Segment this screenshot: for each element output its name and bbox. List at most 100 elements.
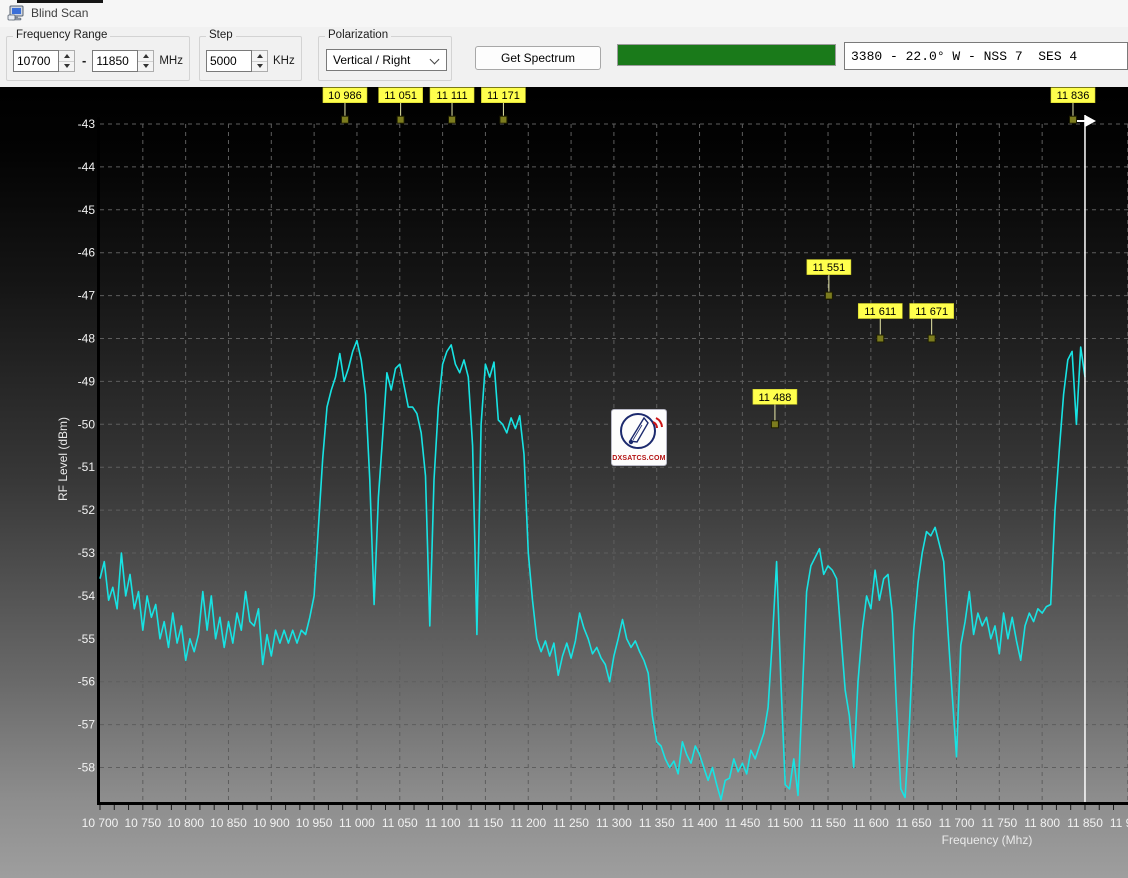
spectrum-plot[interactable]: -43 -44 -45 -46 -47 -48 -49 -50 -51 -52 -53 -54 -55 -…	[0, 87, 1128, 878]
svg-text:11 450: 11 450	[724, 816, 760, 830]
svg-text:11 550: 11 550	[810, 816, 846, 830]
svg-text:11 051: 11 051	[384, 90, 417, 102]
app-icon	[7, 4, 26, 28]
svg-text:11 171: 11 171	[487, 90, 520, 102]
svg-text:-48: -48	[78, 332, 96, 346]
svg-text:10 700: 10 700	[82, 816, 119, 830]
chevron-down-icon	[430, 55, 440, 65]
svg-text:10 850: 10 850	[210, 816, 247, 830]
step-group: Step KHz	[199, 36, 302, 81]
svg-text:11 250: 11 250	[553, 816, 589, 830]
svg-text:11 671: 11 671	[915, 306, 948, 318]
toolbar: Frequency Range - MHz Step KHz Polarizat…	[0, 27, 1128, 87]
svg-text:10 950: 10 950	[296, 816, 333, 830]
svg-text:11 800: 11 800	[1024, 816, 1060, 830]
svg-text:10 900: 10 900	[253, 816, 290, 830]
svg-text:11 500: 11 500	[767, 816, 803, 830]
frequency-range-label: Frequency Range	[13, 29, 110, 41]
svg-text:11 300: 11 300	[596, 816, 632, 830]
svg-text:-51: -51	[78, 460, 96, 474]
svg-text:-50: -50	[78, 417, 96, 431]
svg-text:11 200: 11 200	[510, 816, 546, 830]
svg-text:10 750: 10 750	[124, 816, 161, 830]
svg-text:11 611: 11 611	[864, 306, 896, 318]
svg-text:11 400: 11 400	[682, 816, 718, 830]
step-input[interactable]	[206, 50, 252, 72]
frequency-from-input[interactable]	[13, 50, 59, 72]
transponder-marker: 11 488	[753, 389, 797, 404]
polarization-group: Polarization Vertical / Right	[318, 36, 452, 81]
svg-text:11 650: 11 650	[896, 816, 932, 830]
scan-progress-fill	[618, 45, 835, 65]
spin-up-button[interactable]	[138, 51, 153, 62]
svg-text:-43: -43	[78, 117, 96, 131]
step-label: Step	[206, 29, 236, 41]
polarization-label: Polarization	[325, 29, 391, 41]
svg-text:-53: -53	[78, 546, 96, 560]
scan-progress-bar	[617, 44, 836, 66]
svg-text:-49: -49	[78, 374, 96, 388]
svg-text:11 900: 11 900	[1110, 816, 1128, 830]
step-stepper[interactable]	[252, 50, 268, 72]
range-separator: -	[82, 50, 86, 72]
svg-text:-46: -46	[78, 246, 96, 260]
transponder-marker: 11 551	[807, 260, 851, 275]
polarization-selected-value: Vertical / Right	[333, 53, 410, 67]
svg-text:11 000: 11 000	[339, 816, 375, 830]
svg-text:RF Level (dBm): RF Level (dBm)	[56, 417, 70, 501]
spin-down-button[interactable]	[59, 62, 74, 72]
transponder-marker: 11 611	[858, 304, 902, 319]
transponder-marker: 11 836	[1051, 88, 1095, 103]
title-bar: Blind Scan	[0, 0, 1128, 27]
transponder-marker: 10 986	[323, 88, 367, 103]
svg-text:11 850: 11 850	[1067, 816, 1103, 830]
svg-text:-58: -58	[78, 761, 96, 775]
transponder-marker: 11 671	[910, 304, 954, 319]
logo-text: DXSATCS.COM	[612, 455, 666, 462]
spin-up-button[interactable]	[252, 51, 267, 62]
svg-text:-54: -54	[78, 589, 96, 603]
spectrum-chart[interactable]: -43 -44 -45 -46 -47 -48 -49 -50 -51 -52 -53 -54 -55 -…	[0, 87, 1128, 878]
spin-down-button[interactable]	[138, 62, 153, 72]
transponder-marker: 11 051	[379, 88, 423, 103]
svg-text:-44: -44	[78, 160, 96, 174]
svg-text:11 150: 11 150	[468, 816, 504, 830]
dxsatcs-logo: DXSATCS.COM	[611, 409, 667, 466]
svg-text:11 750: 11 750	[981, 816, 1017, 830]
frequency-to-input[interactable]	[92, 50, 138, 72]
svg-text:11 551: 11 551	[812, 262, 845, 274]
frequency-to-stepper[interactable]	[138, 50, 154, 72]
satellite-dish-icon	[612, 410, 666, 452]
svg-text:-45: -45	[78, 203, 96, 217]
background-window-edge	[17, 0, 103, 3]
svg-text:11 111: 11 111	[436, 90, 467, 102]
svg-text:11 600: 11 600	[853, 816, 889, 830]
svg-text:11 350: 11 350	[639, 816, 675, 830]
svg-text:11 100: 11 100	[425, 816, 461, 830]
svg-text:-56: -56	[78, 675, 96, 689]
svg-text:11 700: 11 700	[939, 816, 975, 830]
spin-down-button[interactable]	[252, 62, 267, 72]
svg-text:11 488: 11 488	[759, 392, 792, 404]
frequency-unit-label: MHz	[159, 50, 183, 72]
step-unit-label: KHz	[273, 50, 295, 72]
transponder-marker: 11 171	[481, 88, 525, 103]
svg-text:10 800: 10 800	[167, 816, 204, 830]
svg-text:11 836: 11 836	[1057, 90, 1090, 102]
frequency-range-group: Frequency Range - MHz	[6, 36, 190, 81]
frequency-from-stepper[interactable]	[59, 50, 75, 72]
svg-text:Frequency (Mhz): Frequency (Mhz)	[942, 833, 1033, 847]
svg-text:-52: -52	[78, 503, 96, 517]
svg-text:-55: -55	[78, 632, 96, 646]
transponder-marker: 11 111	[430, 88, 474, 103]
spin-up-button[interactable]	[59, 51, 74, 62]
get-spectrum-button[interactable]: Get Spectrum	[475, 46, 601, 70]
svg-text:-57: -57	[78, 718, 96, 732]
svg-text:10 986: 10 986	[328, 90, 362, 102]
blind-scan-window: Blind Scan Frequency Range - MHz Step KH…	[0, 0, 1128, 878]
svg-text:11 050: 11 050	[382, 816, 418, 830]
satellite-info-field[interactable]	[844, 42, 1128, 70]
window-title: Blind Scan	[31, 6, 88, 20]
svg-text:-47: -47	[78, 289, 96, 303]
polarization-select[interactable]: Vertical / Right	[326, 49, 447, 71]
